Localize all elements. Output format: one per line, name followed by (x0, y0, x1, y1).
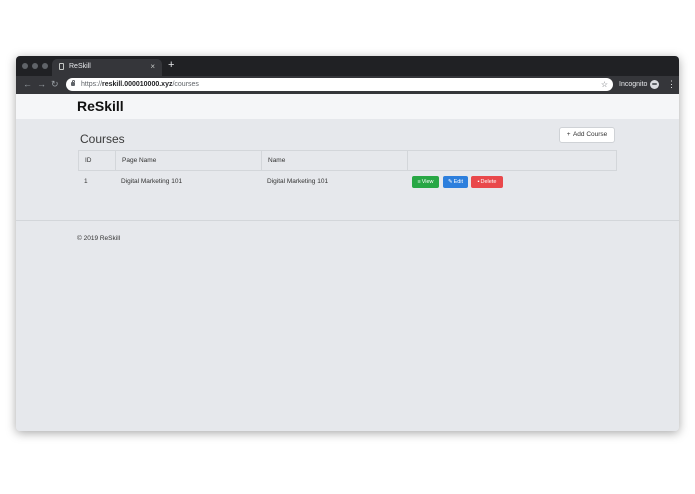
edit-label: Edit (453, 179, 464, 185)
cell-id: 1 (84, 178, 88, 185)
url-path: /courses (172, 81, 199, 88)
delete-label: Delete (480, 179, 497, 185)
url-host: reskill.000010000.xyz (102, 81, 173, 88)
edit-button[interactable]: ✎Edit (443, 176, 468, 188)
column-header-id: ID (78, 151, 115, 171)
add-course-button[interactable]: + Add Course (559, 127, 615, 143)
page-title: Courses (80, 132, 125, 146)
add-course-label: Add Course (572, 131, 608, 138)
table-row: 1 Digital Marketing 101 Digital Marketin… (78, 171, 617, 195)
address-bar[interactable]: https://reskill.000010000.xyz/courses ☆ (66, 78, 613, 91)
web-page: ReSkill Courses + Add Course ID Page Nam… (16, 94, 679, 431)
plus-icon: + (566, 131, 571, 138)
column-header-page-name: Page Name (115, 151, 261, 171)
forward-icon[interactable]: → (37, 79, 46, 90)
tab-title: ReSkill (69, 63, 91, 70)
minimize-window-button[interactable] (32, 63, 38, 69)
url-text[interactable]: https://reskill.000010000.xyz/courses (81, 78, 199, 91)
tab-close-icon[interactable]: × (150, 62, 155, 71)
column-header-actions (407, 151, 617, 171)
browser-tab[interactable]: ReSkill × (52, 59, 162, 76)
column-header-name: Name (261, 151, 407, 171)
view-button[interactable]: ≡View (412, 176, 439, 188)
trash-icon: ▪ (477, 179, 480, 185)
maximize-window-button[interactable] (42, 63, 48, 69)
table-header: ID Page Name Name (78, 150, 617, 171)
cell-name: Digital Marketing 101 (267, 178, 329, 185)
new-tab-button[interactable]: + (168, 60, 174, 71)
list-icon: ≡ (417, 179, 421, 185)
incognito-icon[interactable] (650, 80, 659, 89)
tab-bar: ReSkill × + (16, 56, 679, 76)
cell-page-name: Digital Marketing 101 (121, 178, 183, 185)
page-icon (59, 63, 64, 70)
incognito-label: Incognito (619, 81, 648, 88)
delete-button[interactable]: ▪Delete (471, 176, 503, 188)
pencil-icon: ✎ (447, 179, 453, 185)
brand-logo[interactable]: ReSkill (77, 98, 124, 114)
footer-divider (16, 220, 679, 221)
browser-window: ReSkill × + ← → ↻ https://reskill.000010… (16, 56, 679, 431)
url-scheme: https:// (81, 81, 103, 88)
close-window-button[interactable] (22, 63, 28, 69)
site-navbar: ReSkill (16, 94, 679, 119)
reload-icon[interactable]: ↻ (51, 79, 59, 90)
lock-icon (71, 80, 75, 86)
star-icon[interactable]: ☆ (601, 78, 608, 91)
view-label: View (421, 179, 434, 185)
back-icon[interactable]: ← (23, 79, 32, 90)
kebab-menu-icon[interactable]: ⋮ (667, 79, 676, 90)
browser-toolbar: ← → ↻ https://reskill.000010000.xyz/cour… (16, 76, 679, 94)
footer-text: © 2019 ReSkill (77, 235, 121, 242)
